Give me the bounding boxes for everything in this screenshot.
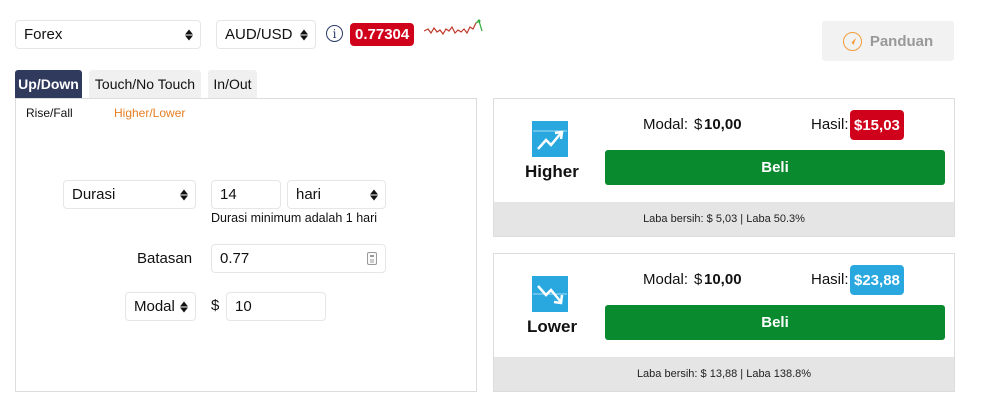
duration-value-input[interactable]: 14: [211, 180, 281, 209]
amount-input[interactable]: 10: [226, 292, 326, 321]
amount-type-select[interactable]: Modal: [125, 292, 196, 321]
tab-up-down[interactable]: Up/Down: [15, 70, 82, 98]
contract-card-higher: Higher Modal: $ 10,00 Hasil: $ 15,03 Bel…: [493, 98, 955, 237]
payout-currency: $: [854, 271, 863, 289]
guide-button-label: Panduan: [869, 32, 934, 50]
asset-select-value: AUD/USD: [225, 26, 293, 43]
tab-label: In/Out: [213, 76, 252, 92]
stake-currency: $: [694, 116, 703, 133]
net-profit-summary: Laba bersih: $ 13,88 | Laba 138.8%: [494, 357, 954, 391]
buy-button[interactable]: Beli: [605, 150, 945, 185]
duration-value: 14: [220, 186, 237, 203]
stake-label: Modal:: [643, 116, 689, 133]
tab-label: Touch/No Touch: [94, 76, 196, 92]
tab-in-out[interactable]: In/Out: [208, 70, 257, 98]
payout-label: Hasil:: [811, 271, 849, 288]
duration-unit-select[interactable]: hari: [287, 180, 386, 209]
price-sparkline: [424, 19, 483, 36]
trend-up-icon: [532, 121, 568, 157]
market-select-value: Forex: [24, 26, 63, 43]
trend-down-icon: [532, 276, 568, 312]
info-icon[interactable]: i: [326, 25, 343, 42]
guide-button[interactable]: Panduan: [822, 21, 954, 61]
currency-symbol: $: [211, 297, 220, 314]
barrier-input[interactable]: 0.77: [211, 244, 386, 273]
direction-label: Lower: [527, 317, 578, 336]
buy-button[interactable]: Beli: [605, 305, 945, 340]
stake-currency: $: [694, 271, 703, 288]
spot-price-badge: 0.77304: [350, 23, 415, 46]
payout-currency: $: [854, 116, 863, 134]
subtab-higher-lower[interactable]: Higher/Lower: [114, 106, 185, 120]
stake-value: 10,00: [704, 271, 742, 288]
payout-badge: $ 15,03: [850, 110, 904, 140]
payout-label: Hasil:: [811, 116, 849, 133]
market-select[interactable]: Forex: [15, 20, 201, 49]
stake-value: 10,00: [704, 116, 742, 133]
duration-type-select[interactable]: Durasi: [63, 180, 196, 209]
buy-button-label: Beli: [761, 314, 789, 331]
chevron-updown-icon: [180, 301, 188, 312]
tab-touch-no-touch[interactable]: Touch/No Touch: [89, 70, 201, 98]
duration-unit-value: hari: [296, 186, 322, 203]
duration-hint: Durasi minimum adalah 1 hari: [211, 211, 378, 225]
subtab-rise-fall[interactable]: Rise/Fall: [26, 106, 73, 120]
buy-button-label: Beli: [761, 159, 789, 176]
direction-label: Higher: [525, 162, 579, 181]
asset-select[interactable]: AUD/USD: [216, 20, 316, 49]
contract-card-lower: Lower Modal: $ 10,00 Hasil: $ 23,88 Beli…: [493, 253, 955, 392]
chevron-updown-icon: [180, 189, 188, 200]
tab-label: Up/Down: [18, 76, 79, 92]
barrier-value: 0.77: [220, 250, 250, 267]
amount-value: 10: [235, 298, 252, 315]
stake-label: Modal:: [643, 271, 689, 288]
duration-type-value: Durasi: [72, 186, 116, 203]
payout-badge: $ 23,88: [850, 265, 904, 295]
chevron-updown-icon: [370, 189, 378, 200]
payout-value: 15,03: [862, 116, 900, 134]
net-profit-summary: Laba bersih: $ 5,03 | Laba 50.3%: [494, 202, 954, 236]
calculator-icon[interactable]: [367, 252, 377, 265]
compass-icon: [842, 31, 862, 51]
chevron-updown-icon: [185, 29, 193, 40]
amount-type-value: Modal: [134, 298, 175, 315]
chevron-updown-icon: [300, 29, 308, 40]
payout-value: 23,88: [862, 271, 900, 289]
barrier-label: Batasan: [137, 250, 193, 267]
